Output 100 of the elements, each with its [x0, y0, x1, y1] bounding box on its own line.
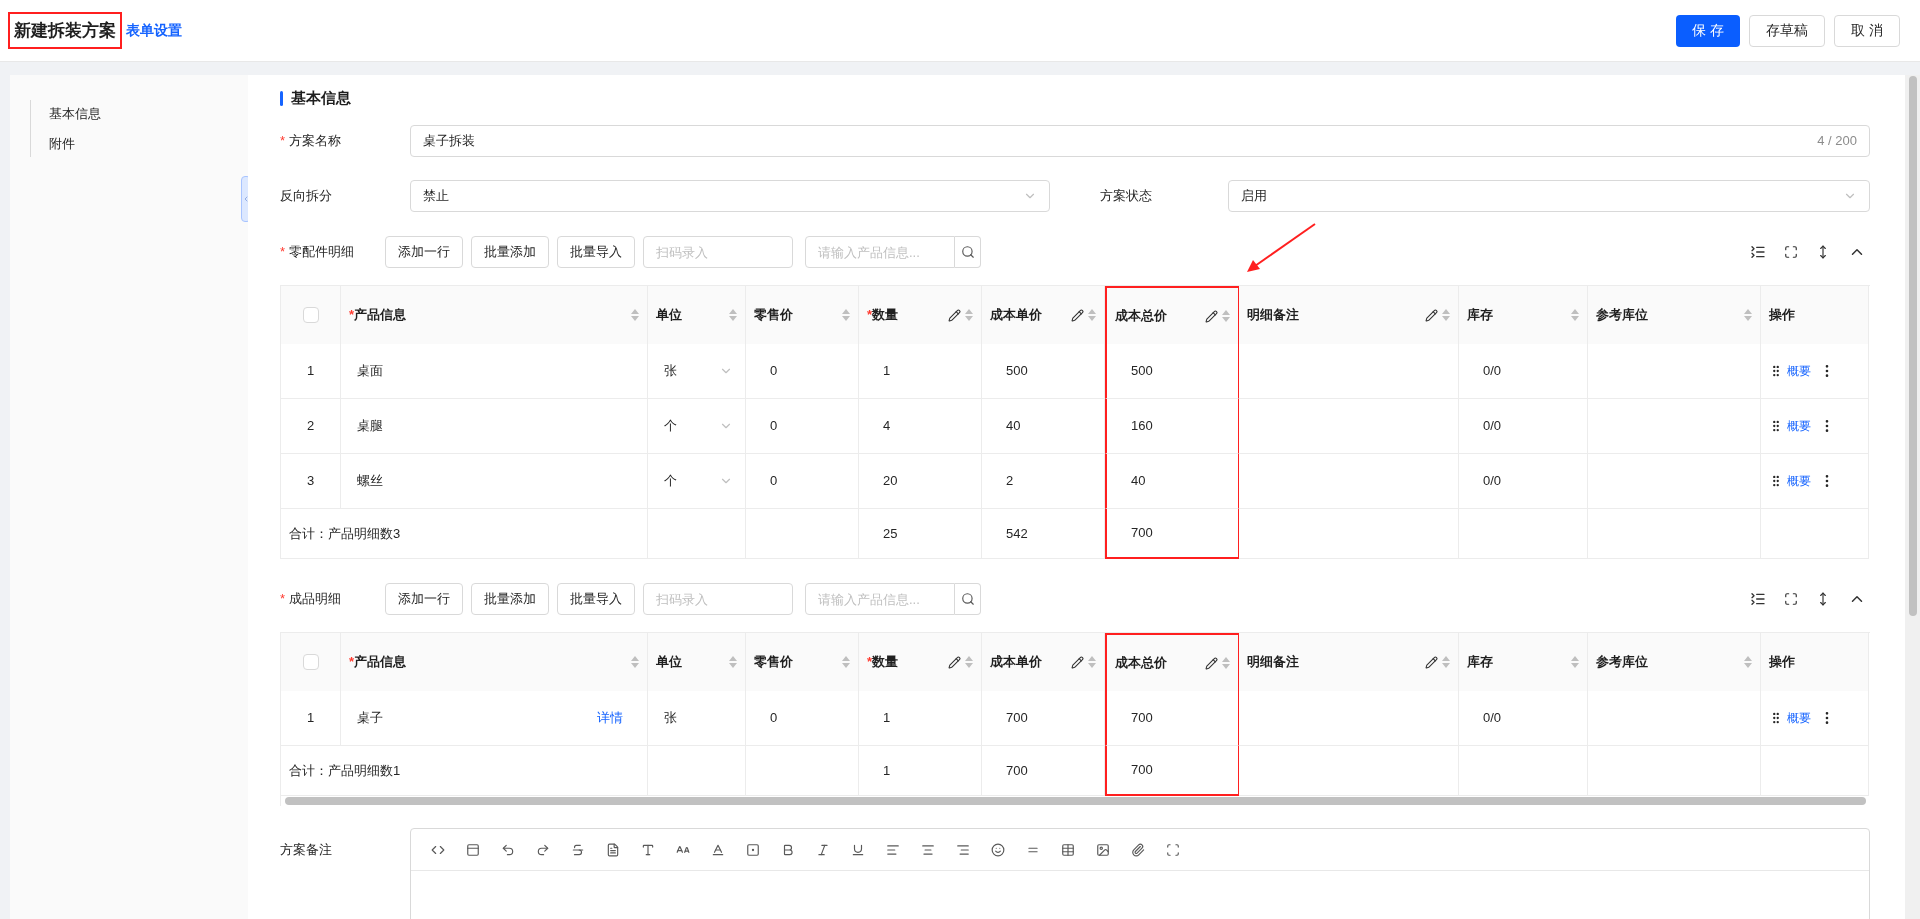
pencil-icon[interactable]	[1205, 309, 1218, 323]
horizontal-scrollbar[interactable]	[285, 797, 1866, 805]
toolbar-button[interactable]: 添加一行	[385, 583, 463, 615]
pencil-icon[interactable]	[948, 308, 961, 322]
italic-icon[interactable]	[816, 842, 830, 857]
form-settings-link[interactable]: 表单设置	[126, 20, 182, 41]
cell-text: 桌子	[357, 709, 383, 728]
product-search-field[interactable]: 请输入产品信息...	[805, 236, 955, 268]
column-title: 零售价	[754, 306, 793, 325]
toolbar-button[interactable]: 添加一行	[385, 236, 463, 268]
summary-link[interactable]: 概要	[1787, 417, 1811, 435]
field-label: 方案状态	[1099, 187, 1153, 206]
page-scrollbar[interactable]	[1905, 75, 1920, 919]
column-title: 成本总价	[1115, 654, 1167, 673]
header-button[interactable]: 存草稿	[1749, 14, 1826, 47]
column-title: *产品信息	[349, 653, 407, 672]
row-height-icon[interactable]	[1750, 244, 1766, 260]
cell-text: 桌腿	[357, 417, 383, 436]
redo-icon[interactable]	[536, 842, 550, 857]
align-center-icon[interactable]	[921, 842, 935, 857]
scan-input-field[interactable]: 扫码录入	[643, 236, 793, 268]
search-icon	[960, 592, 975, 606]
product-search-field[interactable]: 请输入产品信息...	[805, 583, 955, 615]
cell-text: 1	[883, 761, 891, 780]
cell-text: 1	[306, 709, 315, 728]
document-icon[interactable]	[606, 842, 620, 857]
column-title: 成本单价	[990, 653, 1042, 672]
cell-text: 张	[664, 709, 677, 728]
text-icon[interactable]	[641, 842, 655, 857]
detail-link[interactable]: 详情	[597, 708, 623, 728]
undo-icon[interactable]	[501, 842, 515, 857]
cell-text: 40	[1131, 472, 1146, 491]
cell-text: 0	[770, 709, 778, 728]
toolbar-button[interactable]: 批量添加	[471, 583, 549, 615]
column-title: 参考库位	[1596, 653, 1648, 672]
status-select[interactable]: 启用	[1228, 180, 1870, 212]
cell-text: 桌面	[357, 362, 383, 381]
reverse-split-select[interactable]: 禁止	[410, 180, 1050, 212]
cell-text: 700	[1006, 709, 1028, 728]
cell-text: 1	[883, 362, 891, 381]
template-icon[interactable]	[466, 842, 480, 857]
bold-icon[interactable]	[781, 842, 795, 857]
cell-text: 4	[883, 417, 891, 436]
pencil-icon[interactable]	[948, 655, 961, 669]
search-button[interactable]	[955, 583, 981, 615]
cell-text: 2	[1006, 472, 1014, 491]
column-title: 库存	[1467, 306, 1493, 325]
pencil-icon[interactable]	[1071, 308, 1084, 322]
align-right-icon[interactable]	[956, 842, 970, 857]
sidebar-item[interactable]: 附件	[49, 133, 248, 153]
section-title: 基本信息	[291, 87, 351, 108]
fullscreen-icon[interactable]	[1166, 842, 1180, 857]
checkbox[interactable]	[302, 654, 319, 670]
pencil-icon[interactable]	[1205, 656, 1218, 670]
column-title: 成本总价	[1115, 307, 1167, 326]
row-height-icon[interactable]	[1750, 591, 1766, 607]
fullscreen-icon[interactable]	[1784, 245, 1798, 259]
font-color-icon[interactable]	[711, 842, 725, 857]
cell-text: 500	[1006, 362, 1028, 381]
search-icon	[960, 245, 975, 259]
search-button[interactable]	[955, 236, 981, 268]
table-icon[interactable]	[1061, 842, 1075, 857]
pencil-icon[interactable]	[1425, 655, 1438, 669]
cell-text: 700	[1131, 709, 1153, 728]
fullscreen-icon[interactable]	[1784, 592, 1798, 606]
summary-link[interactable]: 概要	[1787, 472, 1811, 490]
total-label: 合计：产品明细数3	[289, 524, 401, 543]
field-label: * 零配件明细	[280, 243, 356, 262]
scan-input-field[interactable]: 扫码录入	[643, 583, 793, 615]
header-button[interactable]: 保 存	[1676, 14, 1741, 47]
column-title: *数量	[867, 306, 899, 325]
column-title: 零售价	[754, 653, 793, 672]
cell-text: 0	[770, 362, 778, 381]
emoji-icon[interactable]	[991, 842, 1005, 857]
cell-text: 3	[306, 472, 315, 491]
cell-text: 0/0	[1483, 417, 1502, 436]
pencil-icon[interactable]	[1071, 655, 1084, 669]
toolbar-button[interactable]: 批量导入	[557, 236, 635, 268]
toolbar-button[interactable]: 批量导入	[557, 583, 635, 615]
sidebar-item[interactable]: 基本信息	[49, 104, 248, 124]
scheme-name-field[interactable]: 桌子拆装 4 / 200	[410, 125, 1870, 157]
cell-text: 0	[770, 417, 778, 436]
cell-text: 40	[1006, 417, 1021, 436]
toolbar-button[interactable]: 批量添加	[471, 236, 549, 268]
cell-text: 500	[1131, 362, 1153, 381]
header-button[interactable]: 取 消	[1834, 14, 1900, 47]
underline-icon[interactable]	[851, 842, 865, 857]
cell-text: 1	[306, 362, 315, 381]
cell-text: 2	[306, 417, 315, 436]
strikethrough-icon[interactable]	[571, 842, 585, 857]
checkbox[interactable]	[302, 307, 319, 323]
image-icon[interactable]	[1096, 842, 1110, 857]
attachment-icon[interactable]	[1131, 842, 1145, 857]
summary-link[interactable]: 概要	[1787, 362, 1811, 380]
cell-text: 20	[883, 472, 898, 491]
pencil-icon[interactable]	[1425, 308, 1438, 322]
cell-text: 张	[664, 362, 677, 381]
field-label: * 方案名称	[280, 132, 343, 151]
align-left-icon[interactable]	[886, 842, 900, 857]
summary-link[interactable]: 概要	[1787, 709, 1811, 727]
